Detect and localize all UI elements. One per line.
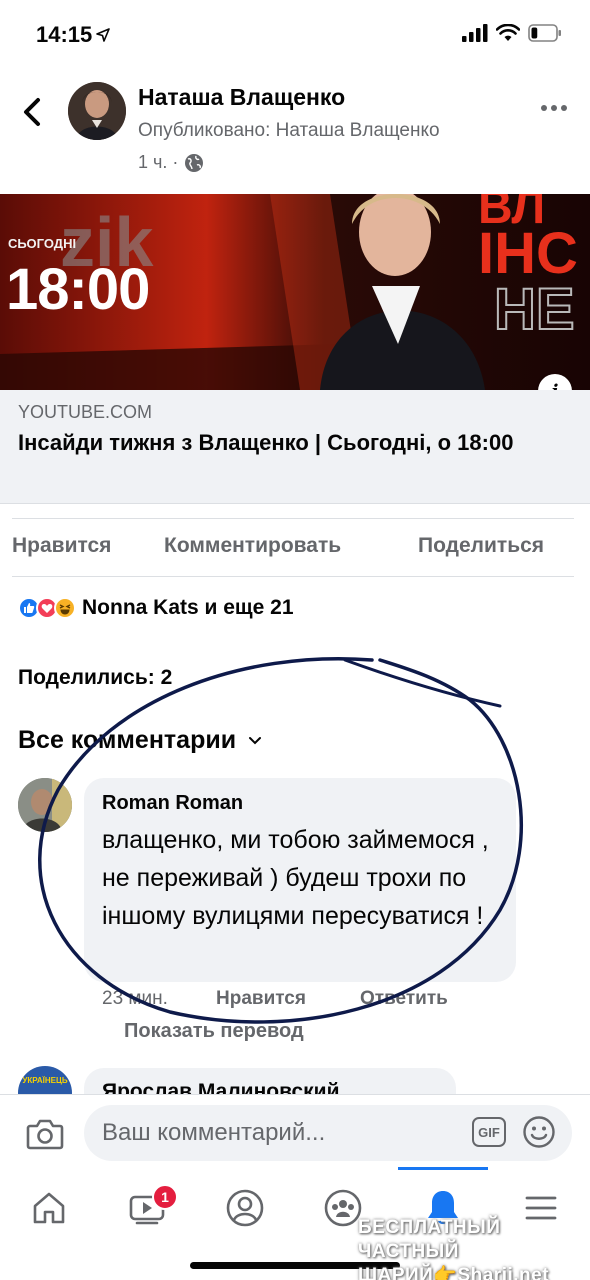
author-avatar-image [68, 82, 126, 140]
watermark-line1: БЕСПЛАТНЫЙ ЧАСТНЫЙ [358, 1217, 501, 1262]
reactions-summary[interactable]: Nonna Kats и еще 21 [18, 596, 294, 620]
link-preview-card[interactable]: zik СЬОГОДНІ 18:00 ВЛ ІНС НЕ i YOUTUBE.C… [0, 194, 590, 506]
comment-reply-button[interactable]: Ответить [360, 988, 448, 1010]
comment-bubble[interactable]: Roman Roman влащенко, ми тобою займемося… [84, 778, 516, 982]
link-thumbnail[interactable]: zik СЬОГОДНІ 18:00 ВЛ ІНС НЕ [0, 194, 590, 390]
location-arrow-icon [96, 28, 110, 42]
back-arrow-icon[interactable] [18, 92, 48, 132]
comment-time: 23 мин. [102, 988, 168, 1009]
post-header: Наташа Влащенко Опубликовано: Наташа Вла… [0, 70, 590, 190]
comment-composer: GIF [0, 1094, 590, 1170]
link-text[interactable]: YOUTUBE.COM Інсайди тижня з Влащенко | С… [0, 390, 590, 504]
show-translation-button[interactable]: Показать перевод [124, 1020, 304, 1043]
commenter-avatar-text: УКРАЇНЕЦЬ [22, 1076, 68, 1085]
thumb-time: 18:00 [6, 257, 150, 322]
reactions-label: Nonna Kats и еще 21 [82, 596, 294, 619]
camera-icon[interactable] [26, 1117, 64, 1151]
thumb-today: СЬОГОДНІ [8, 236, 77, 251]
tab-profile[interactable] [196, 1178, 294, 1238]
comment-text: влащенко, ми тобою займемося , не пережи… [102, 826, 489, 930]
divider [12, 576, 574, 577]
watermark-line2: ШАРИЙ👉Sharij.net [358, 1265, 550, 1280]
comments-filter[interactable]: Все комментарии [18, 726, 262, 755]
video-badge: 1 [152, 1184, 178, 1210]
post-author-name[interactable]: Наташа Влащенко [138, 84, 345, 111]
share-button[interactable]: Поделиться [418, 534, 544, 558]
commenter-avatar-image [18, 778, 72, 832]
active-tab-indicator [398, 1167, 488, 1170]
author-avatar[interactable] [68, 82, 126, 140]
status-time: 14:15 [36, 22, 93, 47]
comments-filter-label: Все комментарии [18, 726, 237, 754]
more-options-icon[interactable] [540, 98, 568, 118]
groups-icon [324, 1189, 362, 1227]
like-button[interactable]: Нравится [12, 534, 111, 558]
watermark: БЕСПЛАТНЫЙ ЧАСТНЫЙ ШАРИЙ👉Sharij.net [358, 1216, 580, 1280]
status-icons [462, 24, 562, 42]
chevron-down-icon [249, 736, 262, 744]
published-by: Опубликовано: Наташа Влащенко [138, 120, 440, 141]
post-time: 1 ч. · [138, 152, 179, 172]
divider [12, 518, 574, 519]
haha-icon [54, 597, 76, 619]
battery-icon [528, 24, 561, 42]
commenter-avatar[interactable] [18, 778, 72, 832]
home-icon [33, 1192, 65, 1224]
globe-icon [185, 153, 204, 172]
comment-button[interactable]: Комментировать [164, 534, 341, 558]
comment-author[interactable]: Roman Roman [102, 792, 498, 815]
gif-button[interactable]: GIF [472, 1117, 506, 1147]
shares-count[interactable]: Поделились: 2 [18, 666, 172, 690]
post-actions: Нравится Комментировать Поделиться [0, 520, 590, 576]
link-domain: YOUTUBE.COM [18, 402, 153, 422]
post-meta: 1 ч. · [138, 152, 204, 173]
emoji-icon[interactable] [522, 1115, 556, 1149]
tab-home[interactable] [0, 1178, 98, 1238]
tab-video[interactable]: 1 [98, 1178, 196, 1238]
comment-like-button[interactable]: Нравится [216, 988, 306, 1010]
profile-icon [226, 1189, 264, 1227]
wifi-icon [496, 24, 520, 41]
link-title: Інсайди тижня з Влащенко | Сьогодні, о 1… [18, 430, 514, 455]
status-bar: 14:15 [0, 0, 590, 70]
cellular-signal-icon [462, 24, 488, 42]
thumb-side-bottom: НЕ [493, 276, 576, 343]
